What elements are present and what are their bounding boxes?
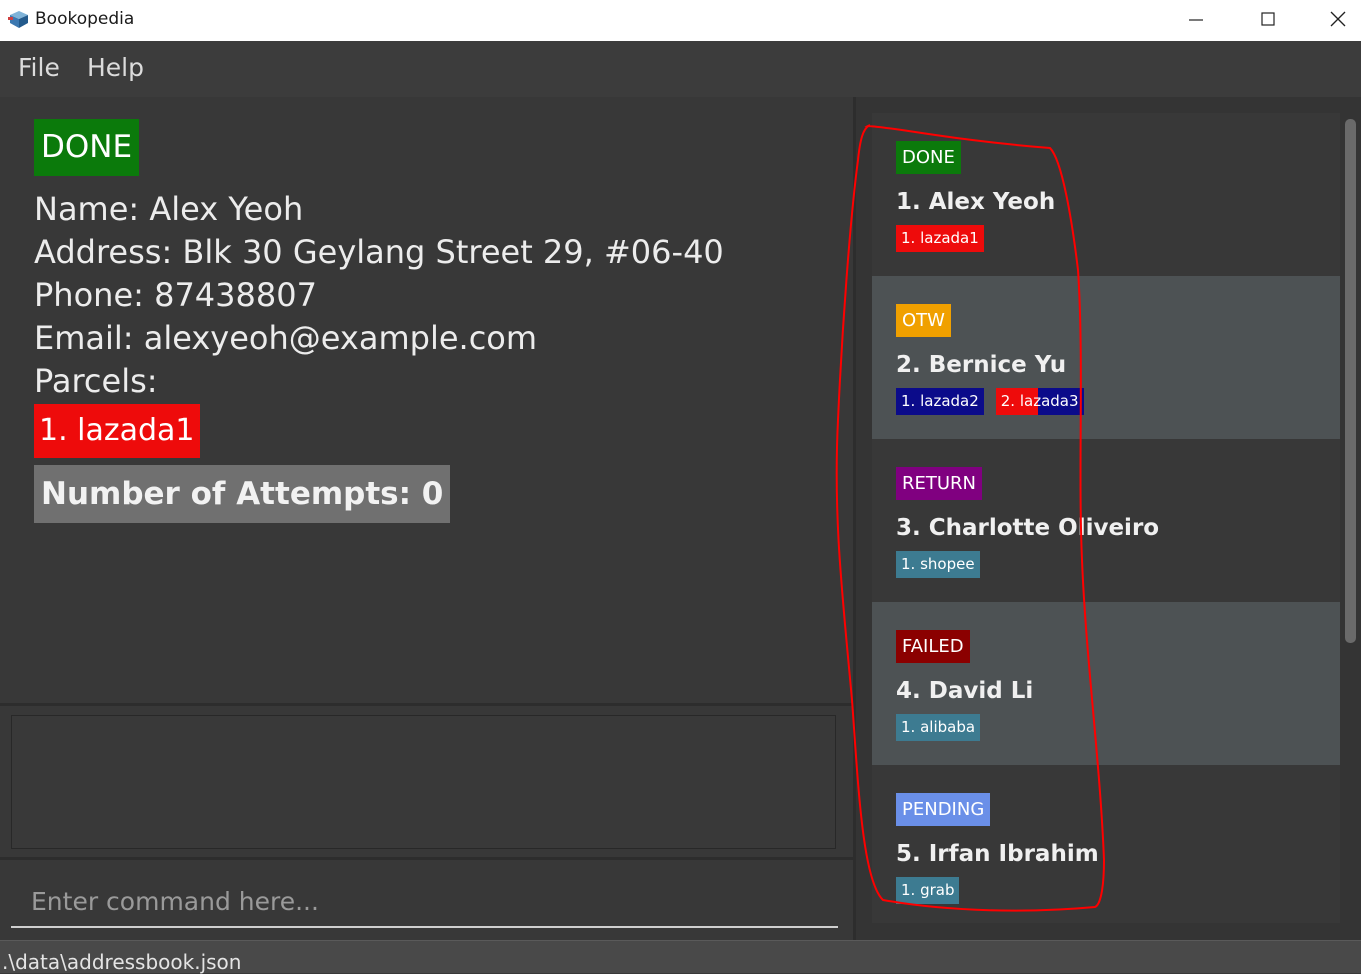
menu-help[interactable]: Help [87,53,144,82]
contact-card[interactable]: PENDING 5. Irfan Ibrahim 1. grab [872,765,1340,923]
contact-card[interactable]: DONE 1. Alex Yeoh 1. lazada1 [872,113,1340,276]
data-file-path: .\data\addressbook.json [2,950,242,974]
close-icon [1330,11,1346,27]
parcel-tag: 1. shopee [896,551,980,578]
detail-name: Name: Alex Yeoh [34,190,304,228]
list-scrollbar[interactable] [1340,113,1360,923]
scrollbar-thumb[interactable] [1345,119,1356,643]
parcel-tag: 1. lazada2 [896,388,984,415]
minimize-button[interactable] [1173,4,1219,34]
contact-list: DONE 1. Alex Yeoh 1. lazada1 OTW 2. Bern… [872,113,1340,923]
card-tags: 1. shopee [896,551,980,578]
maximize-icon [1261,12,1275,26]
detail-parcel-tag: 1. lazada1 [34,404,200,458]
window-title: Bookopedia [35,9,135,29]
card-status-badge: DONE [896,141,961,174]
contact-list-panel: DONE 1. Alex Yeoh 1. lazada1 OTW 2. Bern… [853,97,1361,940]
parcel-tag: 1. grab [896,877,960,904]
contact-detail-panel: DONE Name: Alex Yeoh Address: Blk 30 Gey… [0,97,853,703]
minimize-icon [1189,19,1203,21]
menu-bar: File Help [0,41,1361,98]
card-name: 1. Alex Yeoh [896,189,1056,215]
title-bar: Bookopedia [0,0,1361,41]
card-status-badge: PENDING [896,793,991,826]
card-name: 4. David Li [896,678,1034,704]
detail-address: Address: Blk 30 Geylang Street 29, #06-4… [34,233,724,271]
close-button[interactable] [1315,4,1361,34]
status-bar: .\data\addressbook.json [0,940,1361,974]
parcel-tag: 2. lazada3 [995,388,1084,415]
detail-phone: Phone: 87438807 [34,276,317,314]
card-tags: 1. lazada2 2. lazada3 [896,388,1084,415]
app-icon [8,11,28,28]
result-display-box[interactable] [11,715,836,849]
maximize-button[interactable] [1245,4,1291,34]
detail-parcels-label: Parcels: [34,362,158,400]
parcel-tag: 1. alibaba [896,714,981,741]
card-status-badge: OTW [896,304,951,337]
parcel-tag: 1. lazada1 [896,225,984,252]
card-name: 2. Bernice Yu [896,352,1067,378]
contact-card[interactable]: OTW 2. Bernice Yu 1. lazada2 2. lazada3 [872,276,1340,439]
card-name: 3. Charlotte Oliveiro [896,515,1160,541]
detail-status-badge: DONE [34,119,140,176]
card-status-badge: FAILED [896,630,970,663]
card-name: 5. Irfan Ibrahim [896,841,1099,867]
card-tags: 1. lazada1 [896,225,984,252]
command-input[interactable] [11,876,838,928]
detail-email: Email: alexyeoh@example.com [34,319,538,357]
result-display-area [0,703,853,860]
contact-card[interactable]: FAILED 4. David Li 1. alibaba [872,602,1340,765]
contact-card[interactable]: RETURN 3. Charlotte Oliveiro 1. shopee [872,439,1340,602]
menu-file[interactable]: File [18,53,60,82]
card-tags: 1. grab [896,877,960,904]
command-area [0,857,853,943]
card-tags: 1. alibaba [896,714,981,741]
card-status-badge: RETURN [896,467,983,500]
detail-attempts-badge: Number of Attempts: 0 [34,465,451,523]
